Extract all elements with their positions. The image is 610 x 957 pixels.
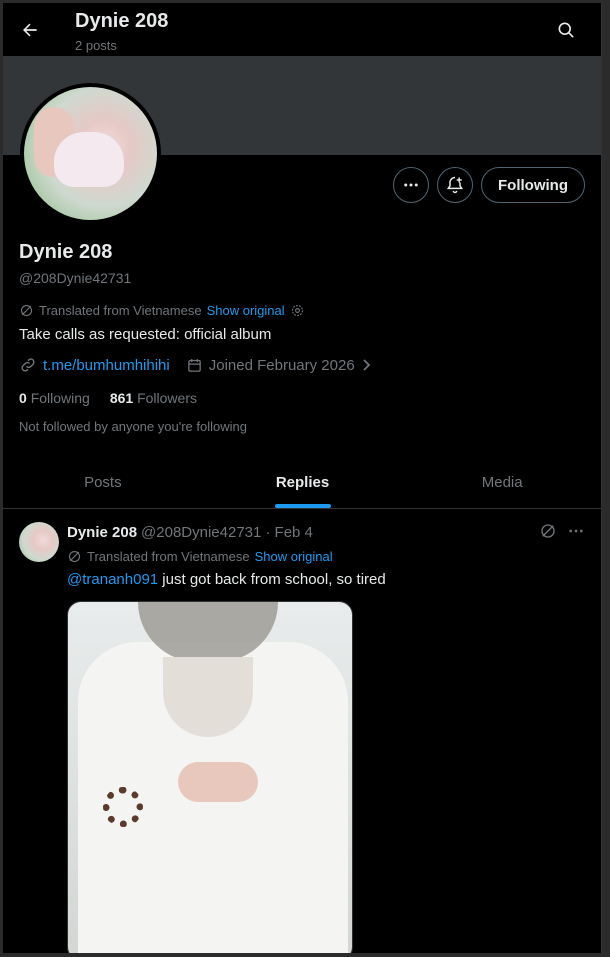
page-title: Dynie 208: [75, 10, 169, 32]
following-stat[interactable]: 0 Following: [19, 390, 90, 406]
post-date[interactable]: · Feb 4: [265, 524, 313, 541]
bell-plus-icon: [446, 176, 464, 194]
tab-replies[interactable]: Replies: [203, 456, 403, 508]
profile-bio: Take calls as requested: official album: [19, 326, 272, 343]
post-count: 2 posts: [75, 38, 117, 53]
post-mention[interactable]: @trananh091: [67, 571, 158, 588]
back-button[interactable]: [15, 15, 45, 45]
translate-icon[interactable]: [539, 522, 557, 540]
profile-name: Dynie 208: [19, 241, 113, 263]
post-avatar[interactable]: [19, 522, 59, 562]
show-original-link[interactable]: Show original: [207, 303, 285, 318]
profile-handle: @208Dynie42731: [19, 270, 132, 286]
calendar-icon: [187, 358, 201, 372]
post-author-name[interactable]: Dynie 208: [67, 524, 137, 541]
notify-button[interactable]: [437, 167, 473, 203]
post-translated-label: Translated from Vietnamese: [87, 549, 250, 564]
not-followed-note: Not followed by anyone you're following: [19, 419, 247, 434]
translate-icon: [20, 304, 33, 317]
post-body: just got back from school, so tired: [158, 571, 386, 588]
profile-link[interactable]: t.me/bumhumhihihi: [43, 357, 170, 374]
search-button[interactable]: [551, 15, 581, 45]
post-text: @trananh091 just got back from school, s…: [67, 571, 386, 588]
search-icon: [558, 22, 574, 38]
link-icon: [21, 358, 35, 372]
translate-icon: [68, 550, 81, 563]
reply-post[interactable]: Dynie 208 @208Dynie42731 · Feb 4 Transla…: [3, 510, 601, 953]
top-bar: Dynie 208 2 posts: [3, 3, 601, 56]
profile-stats: 0 Following 861 Followers: [19, 390, 197, 406]
avatar-image: [24, 87, 157, 220]
profile-avatar[interactable]: [20, 83, 161, 224]
chevron-right-icon[interactable]: [361, 358, 373, 372]
post-translation-note: Translated from Vietnamese Show original: [67, 549, 333, 564]
joined-date: Joined February 2026: [208, 356, 355, 374]
profile-tabs: Posts Replies Media: [3, 456, 601, 509]
following-button[interactable]: Following: [481, 167, 585, 203]
more-button[interactable]: [393, 167, 429, 203]
tab-posts[interactable]: Posts: [3, 456, 203, 508]
followers-stat[interactable]: 861 Followers: [110, 390, 197, 406]
arrow-left-icon: [23, 23, 37, 37]
bio-translation-note: Translated from Vietnamese Show original: [19, 303, 305, 318]
profile-meta: t.me/bumhumhihihi Joined February 2026: [19, 356, 373, 374]
more-icon[interactable]: [567, 522, 585, 540]
post-actions: [539, 522, 585, 540]
post-show-original-link[interactable]: Show original: [255, 549, 333, 564]
post-author-handle[interactable]: @208Dynie42731: [141, 524, 261, 541]
translated-label: Translated from Vietnamese: [39, 303, 202, 318]
post-media-image[interactable]: [67, 601, 353, 953]
app-frame: Dynie 208 2 posts Following Dynie 208 @2…: [3, 3, 602, 953]
gear-icon[interactable]: [290, 303, 305, 318]
post-header: Dynie 208 @208Dynie42731 · Feb 4: [67, 524, 313, 541]
more-icon: [404, 183, 418, 187]
tab-media[interactable]: Media: [402, 456, 601, 508]
